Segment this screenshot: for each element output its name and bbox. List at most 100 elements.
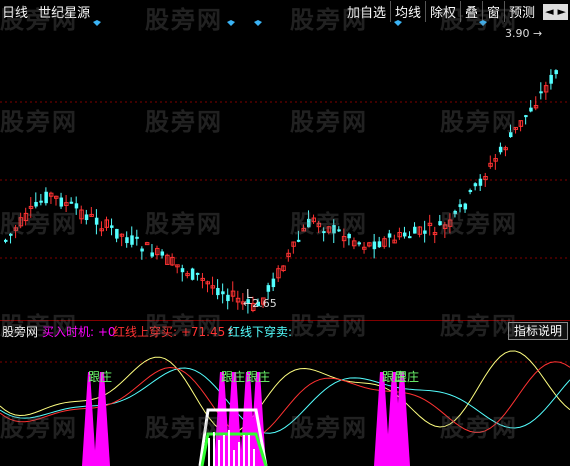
candle-body	[296, 239, 301, 242]
volume-bar	[233, 450, 235, 466]
candle-body	[524, 115, 528, 118]
follow-spike	[94, 372, 110, 466]
high-price-label: 3.90 →	[505, 27, 543, 40]
candle-body	[216, 287, 220, 296]
candle-body	[84, 214, 89, 221]
indicator-header: 股旁网 买入时机: +0 红线上穿买: +71.45↑ 红线下穿卖:	[0, 322, 570, 340]
follow-tag-1: 跟庄	[88, 370, 113, 384]
candle-body	[226, 294, 230, 302]
candle-body	[125, 237, 129, 244]
volume-bar	[228, 430, 230, 466]
volume-bar	[253, 449, 255, 466]
next-icon[interactable]: ►	[556, 5, 568, 18]
candle-body	[69, 201, 74, 204]
ma-button[interactable]: 均线	[391, 1, 426, 22]
diamond-marker	[227, 20, 235, 26]
candle-body	[372, 241, 377, 250]
chart-divider	[0, 320, 570, 321]
candle-body	[9, 233, 13, 236]
candle-body	[221, 291, 225, 295]
candlestick-chart[interactable]	[0, 20, 570, 320]
candle-body	[473, 183, 478, 187]
candle-body	[387, 233, 392, 238]
buy-signal-label: 买入时机: +0	[42, 325, 116, 339]
candle-body	[307, 218, 311, 228]
follow-tag-2: 跟庄	[221, 370, 246, 384]
forecast-button[interactable]: 预测	[505, 1, 539, 22]
candle-body	[554, 70, 558, 75]
candle-body	[357, 242, 361, 245]
volume-bar	[243, 435, 245, 466]
nav-buttons: ◄ ►	[543, 3, 568, 20]
stock-title: 日线 世纪星源	[2, 2, 96, 21]
candle-body	[271, 278, 276, 288]
candle-body	[377, 241, 382, 248]
candle-body	[332, 225, 336, 234]
diamond-marker	[254, 20, 262, 26]
indicator-chart[interactable]	[0, 340, 570, 466]
candle-body	[135, 236, 139, 239]
candle-body	[180, 268, 185, 273]
candle-body	[130, 235, 134, 245]
follow-spike	[82, 372, 96, 466]
candle-body	[39, 200, 43, 203]
candle-body	[438, 221, 442, 226]
candle-body	[529, 107, 533, 112]
candle-body	[74, 203, 79, 209]
candle-body	[549, 74, 553, 84]
volume-bar	[218, 440, 220, 466]
right-arrow-icon: →	[533, 27, 543, 40]
volume-bar	[213, 432, 215, 466]
candle-body	[4, 239, 8, 242]
candle-body	[413, 226, 417, 234]
candle-body	[539, 91, 543, 94]
candle-body	[110, 225, 114, 228]
candle-body	[509, 132, 513, 138]
candle-body	[463, 203, 468, 210]
candle-body	[347, 233, 351, 239]
candle-body	[408, 236, 412, 239]
prev-icon[interactable]: ◄	[543, 5, 555, 18]
candle-body	[195, 272, 200, 275]
volume-bar	[248, 435, 250, 466]
candle-body	[266, 285, 271, 292]
red-cross-down-label: 红线下穿卖:	[228, 325, 293, 339]
candle-body	[59, 197, 64, 207]
red-cross-up-label: 红线上穿买: +71.45↑	[113, 325, 236, 339]
candle-body	[44, 191, 48, 204]
candle-body	[337, 229, 341, 232]
diamond-marker	[479, 20, 487, 26]
low-marker: L	[246, 287, 253, 301]
exright-button[interactable]: 除权	[426, 1, 462, 22]
diamond-marker	[93, 20, 101, 26]
candle-body	[402, 232, 407, 237]
candle-body	[94, 217, 99, 225]
follow-tag-3: 跟庄	[246, 370, 271, 384]
candle-body	[34, 201, 38, 207]
candle-body	[115, 228, 119, 239]
candle-body	[498, 146, 503, 153]
stock-name: 世纪星源	[38, 6, 91, 21]
candle-body	[150, 252, 154, 257]
window-button[interactable]: 窗	[483, 1, 506, 22]
candle-body	[190, 268, 195, 280]
candle-body	[468, 190, 473, 193]
indicator-name: 股旁网	[2, 325, 39, 339]
volume-bar	[238, 442, 240, 466]
volume-bar	[223, 435, 225, 466]
candle-body	[160, 251, 165, 256]
candle-body	[458, 204, 462, 208]
title-bar: 日线 世纪星源 加自选 均线 除权 叠 窗 预测 ◄ ►	[0, 0, 570, 22]
follow-tag-5: 跟庄	[395, 370, 420, 384]
candle-body	[453, 210, 457, 215]
diamond-marker	[394, 20, 402, 26]
period-label[interactable]: 日线	[2, 6, 28, 21]
indicator-help-button[interactable]: 指标说明	[508, 322, 568, 340]
candle-body	[423, 230, 427, 234]
candle-body	[322, 231, 326, 234]
toolbar: 加自选 均线 除权 叠 窗 预测 ◄ ►	[343, 1, 568, 22]
volume-bar	[208, 438, 210, 466]
candle-body	[478, 178, 483, 186]
add-watchlist-button[interactable]: 加自选	[343, 1, 391, 22]
overlay-button[interactable]: 叠	[461, 1, 484, 22]
